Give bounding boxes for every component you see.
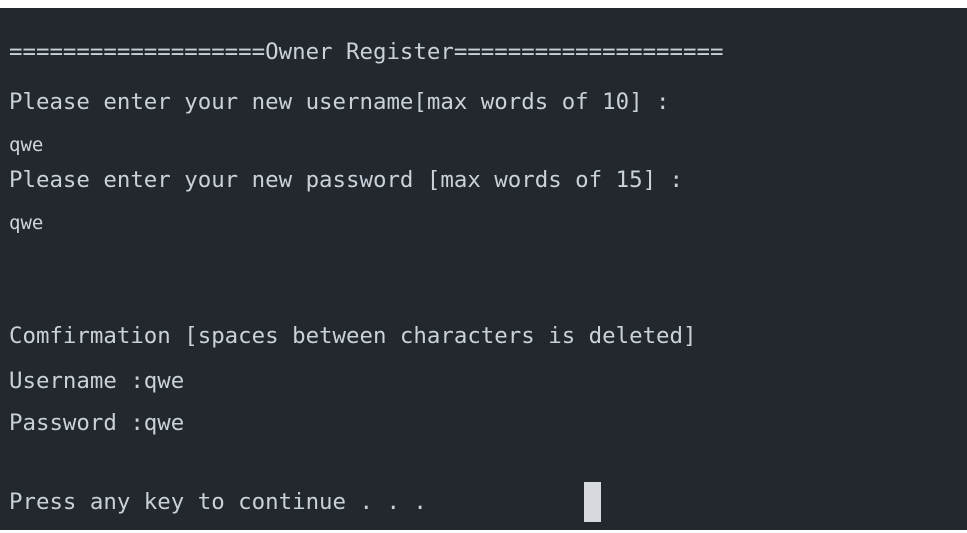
password-prompt-line: Please enter your new password [max word…: [9, 167, 684, 193]
press-any-key-line: Press any key to continue . . .: [9, 489, 427, 515]
terminal-window[interactable]: ===================Owner Register=======…: [0, 8, 967, 530]
text-cursor: [584, 482, 601, 522]
username-confirm-line: Username :qwe: [9, 368, 185, 394]
username-prompt-line: Please enter your new username[max words…: [9, 89, 670, 115]
password-input-line: qwe: [9, 212, 44, 234]
confirmation-line: Comfirmation [spaces between characters …: [9, 323, 697, 349]
username-input-line: qwe: [9, 134, 44, 156]
password-confirm-line: Password :qwe: [9, 410, 185, 436]
register-header-line: ===================Owner Register=======…: [9, 39, 724, 65]
